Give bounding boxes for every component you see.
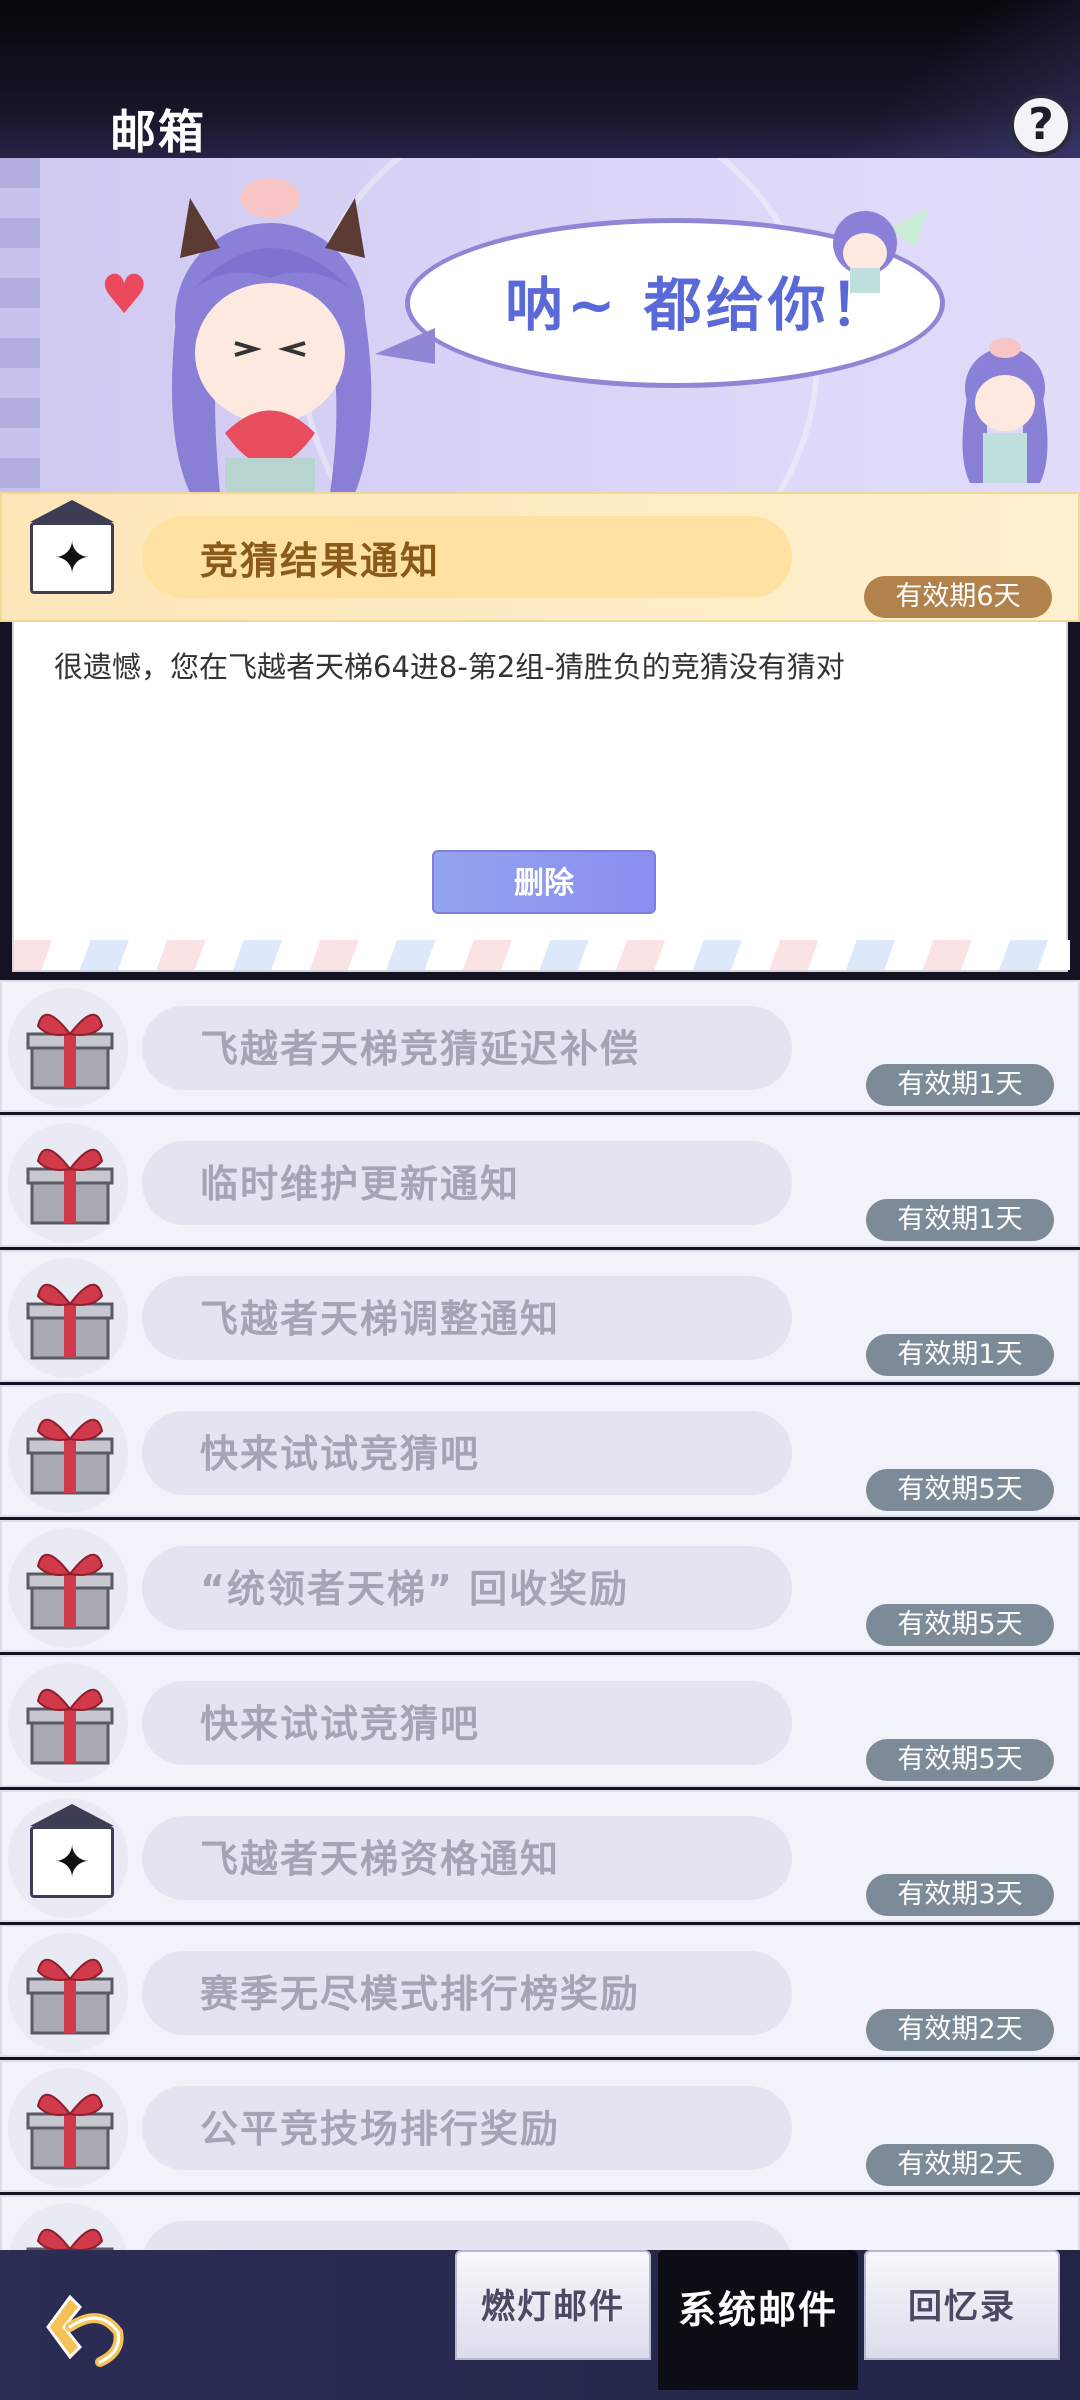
- list-item[interactable]: 赛季无尽模式排行榜奖励 有效期2天: [0, 1925, 1080, 2057]
- list-item[interactable]: 飞越者天梯调整通知 有效期1天: [0, 1250, 1080, 1382]
- gift-icon: [26, 1553, 114, 1630]
- fairy-chibi-illustration: [833, 208, 928, 293]
- top-bar: 邮箱 ?: [0, 0, 1080, 160]
- mail-subject: 公平竞技场排行奖励: [200, 2107, 561, 2151]
- gift-icon: [26, 1958, 114, 2035]
- envelope-icon: ✦: [30, 1826, 114, 1898]
- page-title: 邮箱: [110, 105, 206, 159]
- bottom-tab-bar: 燃灯邮件 系统邮件 回忆录: [0, 2250, 1080, 2400]
- mail-subject: 快来试试竞猜吧: [200, 1702, 481, 1746]
- mail-subject: “统领者天梯” 回收奖励: [200, 1567, 630, 1611]
- gift-icon: [26, 1418, 114, 1495]
- mail-subject: 快来试试竞猜吧: [200, 1432, 481, 1476]
- expiry-badge: 有效期5天: [866, 1469, 1054, 1511]
- chibi-standing-illustration: [962, 338, 1048, 483]
- tab-system-mail[interactable]: 系统邮件: [658, 2250, 858, 2390]
- mail-subject: 临时维护更新通知: [200, 1162, 521, 1206]
- airmail-border: [14, 940, 1070, 970]
- gift-icon: [26, 1688, 114, 1765]
- delete-button[interactable]: 删除: [432, 850, 656, 914]
- list-item[interactable]: 临时维护更新通知 有效期1天: [0, 1115, 1080, 1247]
- expiry-badge: 有效期2天: [866, 2144, 1054, 2186]
- tab-lantern-mail[interactable]: 燃灯邮件: [455, 2250, 651, 2360]
- mail-subject: 赛季无尽模式排行榜奖励: [200, 1972, 641, 2016]
- mail-subject: 飞越者天梯竞猜延迟补偿: [200, 1027, 641, 1071]
- help-button[interactable]: ?: [1010, 94, 1072, 156]
- gift-icon: [26, 1013, 114, 1090]
- gift-icon: [26, 1283, 114, 1360]
- mail-subject: 飞越者天梯调整通知: [200, 1297, 561, 1341]
- tab-memories[interactable]: 回忆录: [864, 2250, 1060, 2360]
- star-icon: ✦: [53, 533, 91, 584]
- speech-bubble-tail: [375, 328, 435, 364]
- expiry-badge: 有效期5天: [866, 1739, 1054, 1781]
- expiry-badge: 有效期5天: [866, 1604, 1054, 1646]
- expiry-badge: 有效期1天: [866, 1199, 1054, 1241]
- list-item[interactable]: ✦ 飞越者天梯资格通知 有效期3天: [0, 1790, 1080, 1922]
- list-item[interactable]: 快来试试竞猜吧 有效期5天: [0, 1385, 1080, 1517]
- mail-subject: 竞猜结果通知: [200, 539, 441, 583]
- gift-icon: [26, 1148, 114, 1225]
- expiry-badge: 有效期6天: [864, 576, 1052, 618]
- envelope-icon: ✦: [30, 522, 114, 594]
- list-item[interactable]: 公平竞技场排行奖励 有效期2天: [0, 2060, 1080, 2192]
- chibi-girl-illustration: [172, 178, 372, 493]
- star-icon: ✦: [53, 1837, 91, 1888]
- list-item[interactable]: 快来试试竞猜吧 有效期5天: [0, 1655, 1080, 1787]
- expiry-badge: 有效期1天: [866, 1334, 1054, 1376]
- mailbox-banner: ♥ 呐~ 都给你！: [0, 158, 1080, 493]
- list-item[interactable]: 飞越者天梯竞猜延迟补偿 有效期1天: [0, 980, 1080, 1112]
- gift-icon: [26, 2093, 114, 2170]
- back-arrow-icon[interactable]: [40, 2282, 130, 2372]
- list-item[interactable]: “统领者天梯” 回收奖励 有效期5天: [0, 1520, 1080, 1652]
- expiry-badge: 有效期2天: [866, 2009, 1054, 2051]
- mail-body: 很遗憾，您在飞越者天梯64进8-第2组-猜胜负的竞猜没有猜对 删除: [12, 622, 1070, 972]
- expiry-badge: 有效期3天: [866, 1874, 1054, 1916]
- banner-stripe: [0, 158, 40, 493]
- expiry-badge: 有效期1天: [866, 1064, 1054, 1106]
- mail-body-text: 很遗憾，您在飞越者天梯64进8-第2组-猜胜负的竞猜没有猜对: [54, 650, 845, 684]
- mail-subject: 飞越者天梯资格通知: [200, 1837, 561, 1881]
